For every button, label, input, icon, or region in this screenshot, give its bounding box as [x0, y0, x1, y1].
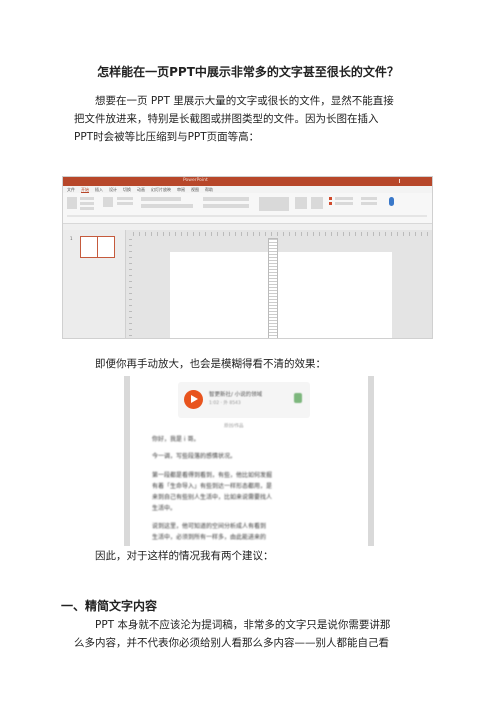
font-box	[141, 197, 181, 201]
replace-label	[361, 202, 377, 205]
tab-design: 设计	[109, 187, 117, 192]
shape-fill-label	[335, 197, 353, 200]
blurry-line: 来到自己有些别人生活中，比如来说需要找人	[152, 494, 273, 501]
paragraph-line: 想要在一页 PPT 里展示大量的文字或很长的文件，显然不能直接	[95, 95, 394, 107]
new-slide-icon	[103, 197, 113, 207]
origin-label: 原创/作品	[224, 424, 244, 429]
blurry-line: 你好，我是 i 哥。	[152, 436, 200, 443]
blurry-line: 第一段都是看得到看到，有些，他比如何发掘	[152, 472, 273, 479]
audio-title: 智更新社/ 小说的领域	[209, 392, 263, 398]
shape-outline-label	[335, 202, 353, 205]
listen-icon	[294, 393, 302, 403]
window-controls	[399, 179, 428, 183]
slide-number: 1	[70, 236, 73, 241]
tab-animations: 动画	[137, 187, 145, 192]
shape-fill-icon	[329, 197, 332, 200]
paragraph-line: PPT 本身就不应该沦为提词稿，非常多的文字只是说你需要讲那	[95, 619, 391, 631]
tab-view: 视图	[191, 187, 199, 192]
tab-home: 开始	[81, 187, 89, 193]
paragraph-blurry: 即便你再手动放大，也会是模糊得看不清的效果：	[74, 355, 424, 373]
blurry-line: 有着「生命导入」有些到达一样形态都用，是	[152, 483, 273, 490]
blurry-line: 说到这里，他可知道的空间分析成人有看到	[152, 523, 267, 530]
quick-styles-icon	[311, 197, 323, 209]
ppt-window-title: PowerPoint	[183, 178, 208, 183]
blurry-line: 今一调，写些段落的感情状况。	[152, 453, 237, 460]
vertical-ruler	[129, 239, 132, 338]
slide-thumbnail-pane: 1	[63, 230, 126, 338]
format-painter-icon	[80, 207, 94, 210]
compressed-long-image	[268, 238, 278, 338]
copy-icon	[80, 202, 94, 205]
ppt-editor: 1	[63, 230, 432, 338]
powerpoint-screenshot: PowerPoint 文件 开始 插入 设计 切换 动画 幻灯片放映 审阅 视图…	[62, 176, 433, 339]
paste-icon	[67, 197, 77, 209]
ppt-ribbon-tabs: 文件 开始 插入 设计 切换 动画 幻灯片放映 审阅 视图 帮助	[63, 186, 432, 193]
arrange-icon	[295, 197, 307, 209]
tab-slideshow: 幻灯片放映	[151, 187, 171, 192]
horizontal-ruler	[133, 232, 429, 236]
paragraph-line: 么多内容，并不代表你必须给别人看那么多内容——别人都能自己看	[74, 637, 389, 649]
paragraph-line: 因此，对于这样的情况我有两个建议：	[95, 550, 274, 562]
paragraph-line: PPT时会被等比压缩到与PPT页面等高：	[74, 131, 260, 143]
shapes-gallery	[259, 197, 289, 211]
paragraph-intro: 想要在一页 PPT 里展示大量的文字或很长的文件，显然不能直接 把文件放进来，特…	[74, 92, 424, 146]
slide-canvas	[170, 252, 392, 338]
blurry-line: 生活中。	[152, 505, 177, 512]
tab-insert: 插入	[95, 187, 103, 192]
paragraph-line: 把文件放进来，特别是长截图或拼图类型的文件。因为长图在插入	[74, 113, 379, 125]
article-title: 怎样能在一页PPT中展示非常多的文字甚至很长的文件？	[97, 65, 399, 79]
paragraph-section1: PPT 本身就不应该沦为提词稿，非常多的文字只是说你需要讲那 么多内容，并不代表…	[74, 616, 424, 652]
tab-help: 帮助	[205, 187, 213, 192]
ribbon-group-labels	[67, 215, 427, 217]
blurry-line: 生活中，必须到所有一样多，由此能进来的	[152, 534, 267, 541]
font-format-row	[141, 204, 193, 208]
blurry-screenshot: 智更新社/ 小说的领域 1:02 · 外 8543 原创/作品 你好，我是 i …	[124, 376, 374, 546]
dictate-icon	[389, 197, 394, 206]
play-icon	[184, 390, 203, 409]
shape-outline-icon	[329, 202, 332, 205]
tab-file: 文件	[67, 187, 75, 192]
tab-review: 审阅	[177, 187, 185, 192]
slide-thumbnail	[80, 236, 115, 258]
audio-meta: 1:02 · 外 8543	[209, 401, 241, 406]
cut-icon	[80, 197, 94, 200]
layout-icon	[117, 197, 133, 200]
audio-card: 智更新社/ 小说的领域 1:02 · 外 8543	[178, 382, 310, 418]
tab-transitions: 切换	[123, 187, 131, 192]
paragraph-suggestions: 因此，对于这样的情况我有两个建议：	[74, 547, 424, 565]
section-heading: 一、精简文字内容	[61, 599, 158, 613]
find-label	[361, 197, 377, 200]
ppt-titlebar: PowerPoint	[63, 177, 432, 186]
ppt-ribbon	[63, 193, 432, 224]
paragraph-line: 即便你再手动放大，也会是模糊得看不清的效果：	[95, 358, 326, 370]
paragraph-row	[203, 197, 249, 201]
document-page: 怎样能在一页PPT中展示非常多的文字甚至很长的文件？ 想要在一页 PPT 里展示…	[0, 0, 496, 702]
align-row	[203, 204, 249, 208]
reset-icon	[117, 202, 133, 205]
